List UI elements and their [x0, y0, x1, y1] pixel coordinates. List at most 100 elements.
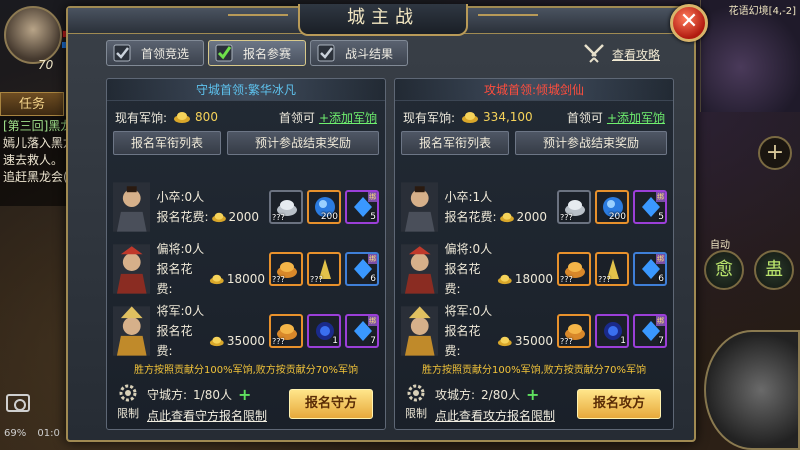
panel-button-row: 报名军衔列表 预计参战结束奖励: [113, 131, 379, 155]
expand-plus-icon[interactable]: +: [758, 136, 792, 170]
expected-reward-button[interactable]: 预计参战结束奖励: [227, 131, 379, 155]
view-limit-link[interactable]: 点此查看攻方报名限制: [435, 407, 555, 424]
check-icon: [215, 44, 233, 62]
player-level: 70: [38, 58, 54, 72]
tab-battle-result[interactable]: 战斗结果: [310, 40, 408, 66]
camera-icon[interactable]: [6, 394, 30, 412]
rank-info: 小卒:0人 报名花费: 2000: [156, 187, 265, 227]
cost-label: 报名花费:: [444, 324, 481, 358]
cost-label: 报名花费:: [156, 262, 193, 296]
rank-info: 偏将:0人 报名花费: 18000: [156, 239, 265, 299]
close-button[interactable]: ✕: [670, 4, 708, 42]
rank-count: 0人: [472, 304, 493, 318]
add-funds-link[interactable]: +添加军饷: [607, 109, 665, 126]
limit-settings[interactable]: 限制: [401, 383, 431, 421]
reward-gold-blade-icon[interactable]: ???: [595, 252, 629, 286]
reward-blue-gem-icon[interactable]: 200: [307, 190, 341, 224]
signup-defense-button[interactable]: 报名守方: [289, 389, 373, 419]
gold-ingot-icon: [499, 212, 514, 223]
title-ornament-right: [478, 14, 538, 24]
reward-crystal-icon[interactable]: 绑7: [633, 314, 667, 348]
funds-label: 现有军饷:: [403, 110, 456, 125]
reward-silver-icon[interactable]: ???: [557, 190, 591, 224]
defense-panel: 守城首领:繁华冰凡 现有军饷: 800 首领可 +添加军饷 报名军衔列表 预计参…: [106, 78, 386, 430]
rank-list-button[interactable]: 报名军衔列表: [113, 131, 221, 155]
reward-blue-orb-icon[interactable]: 1: [595, 314, 629, 348]
expected-reward-button[interactable]: 预计参战结束奖励: [515, 131, 667, 155]
lieutenant-portrait: [113, 244, 151, 294]
reward-blue-orb-icon[interactable]: 1: [307, 314, 341, 348]
reward-crystal-icon[interactable]: 绑6: [633, 252, 667, 286]
reward-icons: ??? 1 绑7: [269, 314, 379, 348]
cost-value: 35000: [514, 334, 553, 348]
limit-settings[interactable]: 限制: [113, 383, 143, 421]
guide-label: 查看攻略: [611, 47, 660, 62]
signup-attack-button[interactable]: 报名攻方: [577, 389, 661, 419]
rank-count: 0人: [184, 190, 205, 204]
general-portrait: [401, 306, 439, 356]
gold-ingot-icon: [498, 336, 512, 347]
cost-label: 报名花费:: [156, 324, 193, 358]
plus-icon[interactable]: +: [238, 385, 251, 404]
minimap[interactable]: 花语幻境[4,-2]: [700, 0, 800, 112]
cost-label: 报名花费:: [444, 210, 497, 224]
gear-icon: [407, 384, 425, 402]
rank-name: 将军:: [156, 304, 185, 318]
leader-can-label: 首领可: [566, 110, 603, 125]
leader-can-label: 首领可: [278, 110, 315, 125]
rank-info: 小卒:1人 报名花费: 2000: [444, 187, 553, 227]
panel-footer: 限制 守城方: 1/80人 + 点此查看守方报名限制 报名守方: [113, 379, 379, 427]
bonus-note: 胜方按照贡献分100%军饷,败方按贡献分70%军饷: [422, 365, 646, 376]
rank-row-soldier: 小卒:0人 报名花费: 2000 ??? 200 绑5: [113, 181, 379, 233]
skill-heal-button[interactable]: 愈: [704, 250, 744, 290]
attack-skill-button[interactable]: [704, 330, 800, 450]
auto-battle-label[interactable]: 自动: [710, 236, 730, 251]
clock-time: 01:0: [37, 428, 60, 439]
side-count-value: 2/80人: [481, 388, 520, 402]
side-count: 守城方: 1/80人 +: [147, 385, 251, 404]
rank-name: 偏将:: [444, 242, 473, 256]
rank-info: 将军:0人 报名花费: 35000: [156, 301, 265, 361]
plus-icon[interactable]: +: [526, 385, 539, 404]
reward-icons: ??? ??? 绑6: [557, 252, 667, 286]
reward-gold-pile-icon[interactable]: ???: [557, 314, 591, 348]
gold-ingot-icon: [210, 274, 224, 285]
general-portrait: [113, 306, 151, 356]
reward-gold-pile-icon[interactable]: ???: [557, 252, 591, 286]
rank-row-lieutenant: 偏将:0人 报名花费: 18000 ??? ??? 绑6: [113, 242, 379, 296]
reward-gold-pile-icon[interactable]: ???: [269, 314, 303, 348]
reward-gold-pile-icon[interactable]: ???: [269, 252, 303, 286]
tab-leader-election[interactable]: 首领竞选: [106, 40, 204, 66]
reward-icons: ??? 200 绑5: [557, 190, 667, 224]
reward-silver-icon[interactable]: ???: [269, 190, 303, 224]
player-avatar[interactable]: [4, 6, 62, 64]
gold-ingot-icon: [211, 212, 226, 223]
view-limit-link[interactable]: 点此查看守方报名限制: [147, 407, 267, 424]
rank-list-button[interactable]: 报名军衔列表: [401, 131, 509, 155]
rank-name: 将军:: [444, 304, 473, 318]
reward-crystal-icon[interactable]: 绑6: [345, 252, 379, 286]
gold-ingot-icon: [462, 112, 479, 123]
skill-gu-button[interactable]: 蛊: [754, 250, 794, 290]
soldier-portrait: [401, 182, 439, 232]
reward-crystal-icon[interactable]: 绑5: [345, 190, 379, 224]
cost-value: 2000: [516, 210, 548, 224]
bonus-note: 胜方按照贡献分100%军饷,败方按贡献分70%军饷: [134, 365, 358, 376]
quest-tab[interactable]: 任务: [0, 92, 64, 116]
reward-gold-blade-icon[interactable]: ???: [307, 252, 341, 286]
tab-label: 报名参赛: [243, 46, 292, 61]
rank-row-general: 将军:0人 报名花费: 35000 ??? 1 绑7: [401, 304, 667, 358]
tab-signup[interactable]: 报名参赛: [208, 40, 306, 66]
view-guide-link[interactable]: 查看攻略: [582, 42, 660, 66]
rank-name: 偏将:: [156, 242, 185, 256]
reward-blue-gem-icon[interactable]: 200: [595, 190, 629, 224]
reward-crystal-icon[interactable]: 绑7: [345, 314, 379, 348]
lieutenant-portrait: [401, 244, 439, 294]
funds-row: 现有军饷: 800 首领可 +添加军饷: [115, 107, 377, 127]
reward-crystal-icon[interactable]: 绑5: [633, 190, 667, 224]
city-lord-war-dialog: 城主战 ✕ 首领竞选 报名参赛 战斗结果 查看攻略 守城首领:繁华冰凡 现有军饷…: [66, 4, 708, 442]
add-funds-link[interactable]: +添加军饷: [319, 109, 377, 126]
defense-leader-header: 守城首领:繁华冰凡: [107, 79, 385, 101]
battery-status: 69% 01:0: [4, 428, 60, 439]
battery-percent: 69%: [4, 428, 27, 439]
